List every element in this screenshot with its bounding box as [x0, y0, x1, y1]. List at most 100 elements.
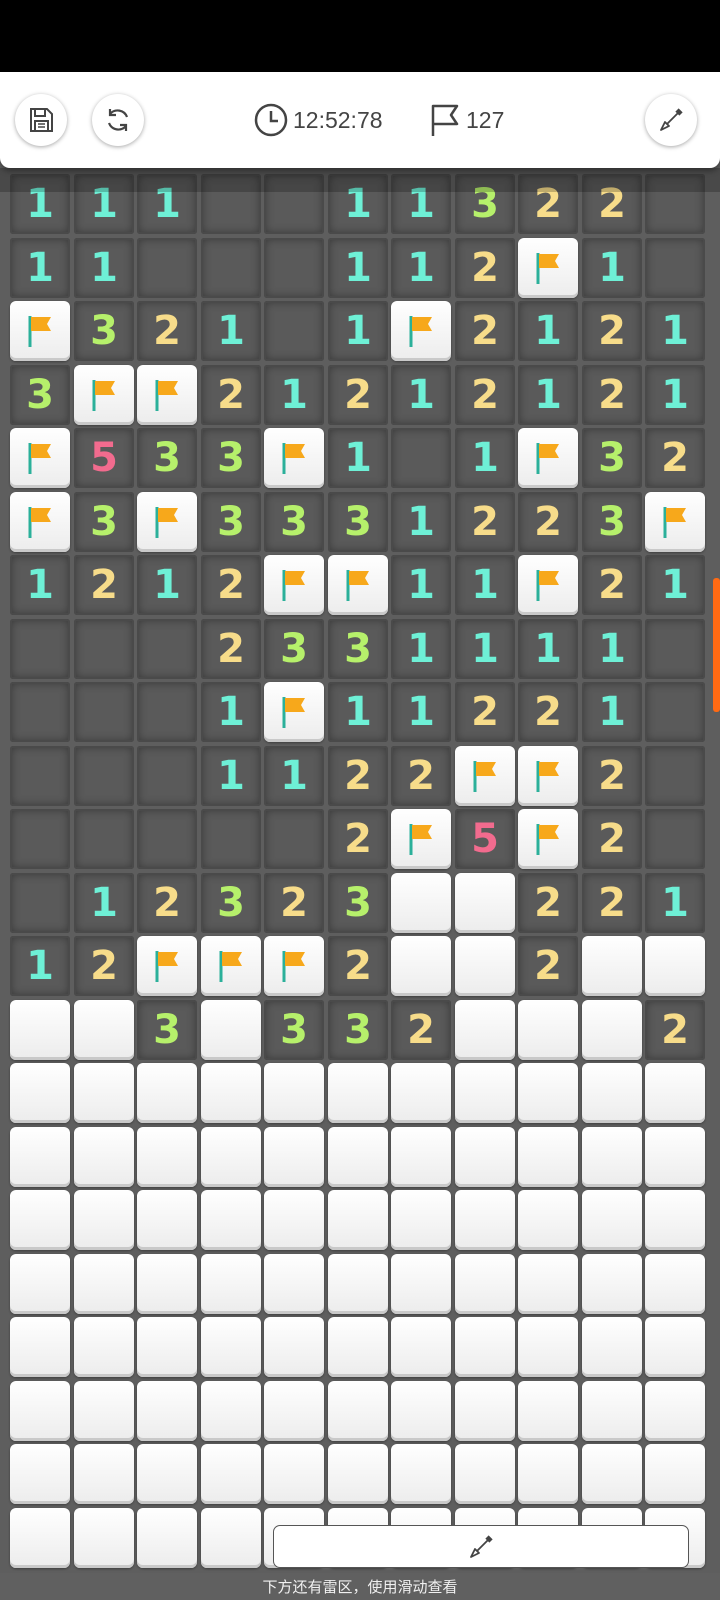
unrevealed-cell[interactable]	[74, 1508, 134, 1568]
number-cell[interactable]: 2	[518, 873, 578, 933]
dig-button[interactable]	[273, 1525, 689, 1568]
empty-cell[interactable]	[264, 809, 324, 869]
empty-cell[interactable]	[10, 746, 70, 806]
number-cell[interactable]: 1	[455, 619, 515, 679]
number-cell[interactable]: 2	[582, 555, 642, 615]
unrevealed-cell[interactable]	[645, 1444, 705, 1504]
unrevealed-cell[interactable]	[391, 1381, 451, 1441]
unrevealed-cell[interactable]	[10, 1317, 70, 1377]
number-cell[interactable]: 2	[645, 428, 705, 488]
number-cell[interactable]: 1	[264, 746, 324, 806]
unrevealed-cell[interactable]	[391, 936, 451, 996]
empty-cell[interactable]	[137, 746, 197, 806]
number-cell[interactable]: 1	[645, 873, 705, 933]
number-cell[interactable]: 1	[518, 619, 578, 679]
unrevealed-cell[interactable]	[328, 1444, 388, 1504]
flagged-cell[interactable]	[518, 746, 578, 806]
flagged-cell[interactable]	[201, 936, 261, 996]
unrevealed-cell[interactable]	[582, 1190, 642, 1250]
unrevealed-cell[interactable]	[582, 1063, 642, 1123]
number-cell[interactable]: 1	[518, 301, 578, 361]
number-cell[interactable]: 2	[391, 746, 451, 806]
unrevealed-cell[interactable]	[137, 1190, 197, 1250]
unrevealed-cell[interactable]	[455, 1063, 515, 1123]
unrevealed-cell[interactable]	[74, 1127, 134, 1187]
unrevealed-cell[interactable]	[74, 1190, 134, 1250]
unrevealed-cell[interactable]	[74, 1063, 134, 1123]
unrevealed-cell[interactable]	[518, 1444, 578, 1504]
unrevealed-cell[interactable]	[137, 1508, 197, 1568]
number-cell[interactable]: 2	[201, 365, 261, 425]
number-cell[interactable]: 1	[391, 619, 451, 679]
number-cell[interactable]: 2	[582, 873, 642, 933]
unrevealed-cell[interactable]	[518, 1381, 578, 1441]
number-cell[interactable]: 1	[391, 238, 451, 298]
flagged-cell[interactable]	[137, 492, 197, 552]
flagged-cell[interactable]	[137, 365, 197, 425]
unrevealed-cell[interactable]	[391, 1190, 451, 1250]
empty-cell[interactable]	[645, 619, 705, 679]
number-cell[interactable]: 2	[455, 238, 515, 298]
empty-cell[interactable]	[645, 682, 705, 742]
unrevealed-cell[interactable]	[582, 1381, 642, 1441]
unrevealed-cell[interactable]	[645, 1381, 705, 1441]
number-cell[interactable]: 3	[328, 873, 388, 933]
unrevealed-cell[interactable]	[10, 1508, 70, 1568]
empty-cell[interactable]	[10, 682, 70, 742]
unrevealed-cell[interactable]	[645, 1317, 705, 1377]
unrevealed-cell[interactable]	[10, 1444, 70, 1504]
unrevealed-cell[interactable]	[455, 1317, 515, 1377]
number-cell[interactable]: 1	[455, 428, 515, 488]
flagged-cell[interactable]	[264, 682, 324, 742]
unrevealed-cell[interactable]	[10, 1000, 70, 1060]
number-cell[interactable]: 3	[201, 873, 261, 933]
empty-cell[interactable]	[137, 809, 197, 869]
flagged-cell[interactable]	[455, 746, 515, 806]
empty-cell[interactable]	[74, 619, 134, 679]
unrevealed-cell[interactable]	[264, 1127, 324, 1187]
flagged-cell[interactable]	[391, 809, 451, 869]
flagged-cell[interactable]	[10, 492, 70, 552]
number-cell[interactable]: 5	[74, 428, 134, 488]
number-cell[interactable]: 2	[455, 301, 515, 361]
number-cell[interactable]: 1	[645, 365, 705, 425]
unrevealed-cell[interactable]	[518, 1000, 578, 1060]
empty-cell[interactable]	[10, 809, 70, 869]
unrevealed-cell[interactable]	[455, 1000, 515, 1060]
empty-cell[interactable]	[137, 238, 197, 298]
unrevealed-cell[interactable]	[582, 1317, 642, 1377]
number-cell[interactable]: 1	[328, 428, 388, 488]
unrevealed-cell[interactable]	[391, 1444, 451, 1504]
number-cell[interactable]: 3	[137, 428, 197, 488]
number-cell[interactable]: 1	[391, 365, 451, 425]
unrevealed-cell[interactable]	[137, 1254, 197, 1314]
number-cell[interactable]: 1	[582, 619, 642, 679]
empty-cell[interactable]	[137, 682, 197, 742]
unrevealed-cell[interactable]	[455, 936, 515, 996]
unrevealed-cell[interactable]	[518, 1127, 578, 1187]
number-cell[interactable]: 2	[455, 365, 515, 425]
number-cell[interactable]: 1	[264, 365, 324, 425]
number-cell[interactable]: 2	[328, 365, 388, 425]
unrevealed-cell[interactable]	[582, 936, 642, 996]
number-cell[interactable]: 2	[582, 301, 642, 361]
unrevealed-cell[interactable]	[645, 1254, 705, 1314]
unrevealed-cell[interactable]	[201, 1254, 261, 1314]
number-cell[interactable]: 3	[137, 1000, 197, 1060]
unrevealed-cell[interactable]	[137, 1381, 197, 1441]
empty-cell[interactable]	[10, 619, 70, 679]
flagged-cell[interactable]	[264, 428, 324, 488]
empty-cell[interactable]	[201, 238, 261, 298]
number-cell[interactable]: 2	[201, 555, 261, 615]
number-cell[interactable]: 1	[201, 682, 261, 742]
flagged-cell[interactable]	[645, 492, 705, 552]
number-cell[interactable]: 2	[264, 873, 324, 933]
number-cell[interactable]: 1	[582, 682, 642, 742]
unrevealed-cell[interactable]	[201, 1000, 261, 1060]
number-cell[interactable]: 2	[455, 682, 515, 742]
number-cell[interactable]: 2	[137, 301, 197, 361]
number-cell[interactable]: 2	[455, 492, 515, 552]
unrevealed-cell[interactable]	[391, 1317, 451, 1377]
save-button[interactable]	[15, 94, 67, 146]
number-cell[interactable]: 2	[518, 492, 578, 552]
